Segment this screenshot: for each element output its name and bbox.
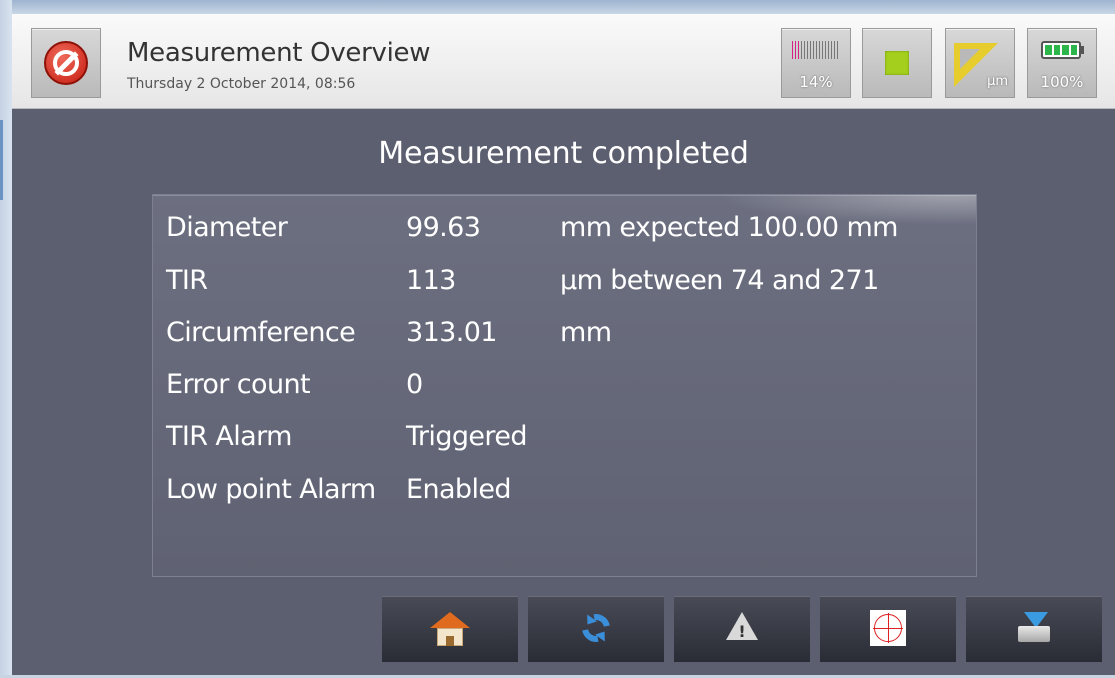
measurement-status-heading: Measurement completed [378,136,749,171]
result-value: Triggered [406,421,527,452]
battery-tip [1081,46,1084,54]
result-value: 313.01 [406,317,497,348]
page-title: Measurement Overview [127,38,431,68]
status-square-icon [885,51,909,75]
battery-level: 100% [1040,73,1084,91]
page-datetime: Thursday 2 October 2014, 08:56 [127,76,356,92]
result-value: 113 [406,265,456,296]
warning-button[interactable]: ! [674,596,810,662]
result-label: Low point Alarm [166,474,376,505]
result-label: Error count [166,369,311,400]
result-detail: µm between 74 and 271 [560,265,879,296]
result-value: 0 [406,369,423,400]
refresh-button[interactable] [528,596,664,662]
storage-bars-icon [792,41,840,59]
status-button[interactable] [862,28,932,98]
result-detail: mm expected 100.00 mm [560,212,898,243]
result-label: Circumference [166,317,356,348]
app-screen: Measurement Overview Thursday 2 October … [12,14,1115,675]
battery-indicator[interactable]: 100% [1027,28,1097,98]
header-bar: Measurement Overview Thursday 2 October … [12,14,1115,109]
ruler-inner [960,49,980,69]
unit-button[interactable]: µm [945,28,1015,98]
cancel-icon [44,41,88,85]
results-panel: Diameter 99.63 mm expected 100.00 mm TIR… [152,194,977,577]
unit-label: µm [987,74,1008,89]
cancel-button[interactable] [31,28,101,98]
target-button[interactable] [820,596,956,662]
export-button[interactable] [966,596,1102,662]
battery-icon [1041,41,1081,59]
result-label: Diameter [166,212,288,243]
result-detail: mm [560,317,612,348]
window-frame-left [0,0,12,678]
storage-indicator[interactable]: 14% [781,28,851,98]
result-label: TIR [166,265,208,296]
storage-level: 14% [799,73,833,91]
result-value: Enabled [406,474,512,505]
result-value: 99.63 [406,212,481,243]
window-frame-top [0,0,1115,14]
result-label: TIR Alarm [166,421,292,452]
home-button[interactable] [382,596,518,662]
